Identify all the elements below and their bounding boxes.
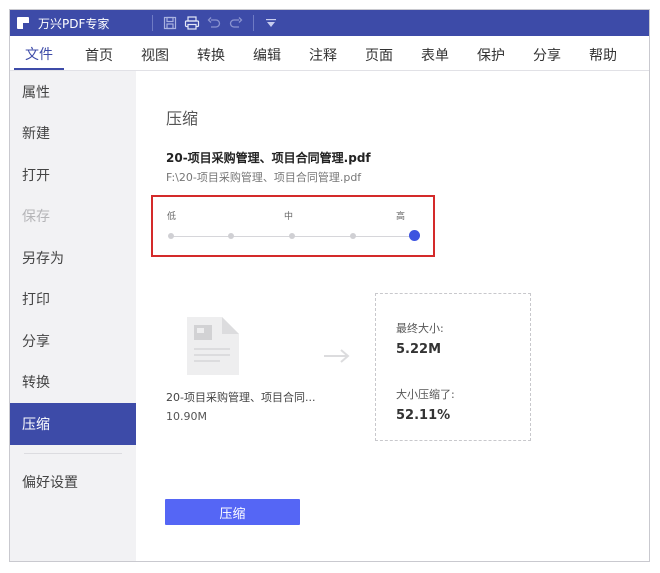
menu-share[interactable]: 分享 [519, 40, 575, 70]
menu-page[interactable]: 页面 [351, 40, 407, 70]
file-name: 20-项目采购管理、项目合同管理.pdf [166, 151, 371, 165]
menu-edit[interactable]: 编辑 [239, 40, 295, 70]
ratio-value: 52.11% [396, 408, 451, 423]
sidebar-divider [24, 452, 122, 454]
final-size-label: 最终大小: [396, 322, 444, 335]
level-mid-label: 中 [284, 212, 294, 222]
menu-comment[interactable]: 注释 [295, 40, 351, 70]
menu-convert[interactable]: 转换 [183, 40, 239, 70]
ratio-label: 大小压缩了: [396, 388, 455, 401]
app-title: 万兴PDF专家 [38, 16, 110, 31]
pdf-file-icon [184, 315, 242, 381]
sidebar-item-preferences[interactable]: 偏好设置 [10, 462, 136, 504]
menu-view[interactable]: 视图 [127, 40, 183, 70]
level-high-label: 高 [396, 212, 406, 222]
sidebar: 属性 新建 打开 保存 另存为 打印 分享 转换 压缩 偏好设置 [10, 71, 136, 561]
slider-tick[interactable] [168, 233, 174, 239]
sidebar-item-print[interactable]: 打印 [10, 279, 136, 321]
sidebar-item-convert[interactable]: 转换 [10, 362, 136, 404]
compression-result: 最终大小: 5.22M 大小压缩了: 52.11% [375, 293, 531, 441]
sidebar-item-save: 保存 [22, 209, 50, 226]
slider-tick[interactable] [228, 233, 234, 239]
title-bar: 万兴PDF专家 [10, 10, 649, 36]
menu-file[interactable]: 文件 [14, 40, 64, 70]
sidebar-item-new[interactable]: 新建 [10, 113, 136, 155]
final-size-value: 5.22M [396, 342, 442, 357]
sidebar-item-properties[interactable]: 属性 [10, 71, 136, 113]
menu-help[interactable]: 帮助 [575, 40, 631, 70]
customize-toolbar-icon[interactable] [262, 14, 280, 32]
toolbar-separator [152, 15, 153, 31]
original-file-size: 10.90M [166, 410, 207, 423]
menu-home[interactable]: 首页 [71, 40, 127, 70]
save-icon[interactable] [161, 14, 179, 32]
sidebar-item-save-as[interactable]: 另存为 [10, 237, 136, 279]
menu-bar: 文件 首页 视图 转换 编辑 注释 页面 表单 保护 分享 帮助 [10, 36, 649, 71]
undo-icon[interactable] [205, 14, 223, 32]
sidebar-item-share[interactable]: 分享 [10, 320, 136, 362]
original-file-name: 20-项目采购管理、项目合同... [166, 391, 316, 404]
menu-protect[interactable]: 保护 [463, 40, 519, 70]
slider-thumb[interactable] [408, 230, 420, 241]
compression-level-slider[interactable]: 低 中 高 [151, 195, 435, 257]
slider-tick[interactable] [289, 233, 295, 239]
level-low-label: 低 [167, 212, 177, 222]
compress-panel: 压缩 20-项目采购管理、项目合同管理.pdf F:\20-项目采购管理、项目合… [136, 71, 649, 561]
page-title: 压缩 [166, 109, 199, 128]
menu-form[interactable]: 表单 [407, 40, 463, 70]
arrow-right-icon [322, 347, 352, 369]
file-path: F:\20-项目采购管理、项目合同管理.pdf [166, 171, 362, 184]
slider-tick[interactable] [350, 233, 356, 239]
app-logo-icon [16, 16, 30, 30]
app-window: 万兴PDF专家 文件 首页 视图 转换 编辑 注释 页面 表单 保护 分享 帮助… [9, 9, 650, 562]
print-icon[interactable] [183, 14, 201, 32]
sidebar-item-compress[interactable]: 压缩 [10, 403, 136, 445]
sidebar-item-open[interactable]: 打开 [10, 154, 136, 196]
redo-icon[interactable] [227, 14, 245, 32]
compress-button[interactable]: 压缩 [165, 499, 300, 525]
toolbar-separator [253, 15, 254, 31]
